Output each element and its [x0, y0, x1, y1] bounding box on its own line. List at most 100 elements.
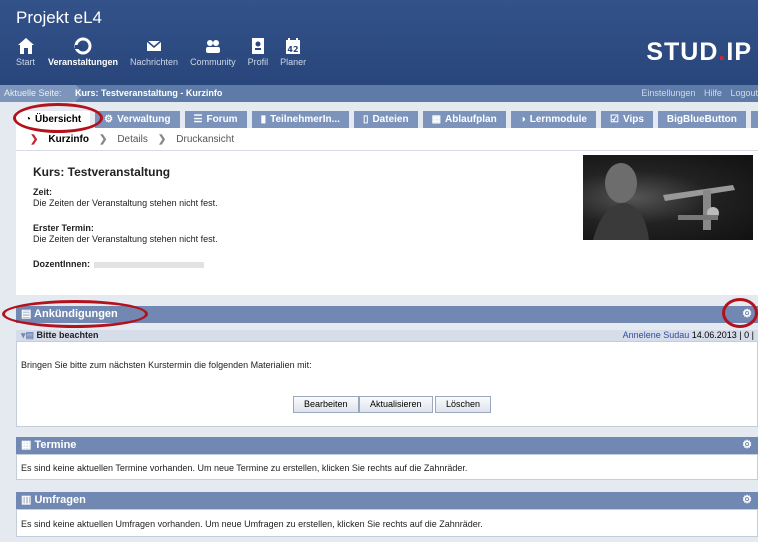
highlight-oval-gear: [722, 298, 758, 328]
announcement-text: Bringen Sie bitte zum nächsten Kurstermi…: [21, 360, 312, 370]
tab-forum[interactable]: ☰ Forum: [184, 111, 247, 128]
calendar-icon: ▦: [21, 439, 35, 451]
courses-icon: [74, 37, 92, 55]
project-title: Projekt eL4: [16, 8, 102, 27]
tab-verwaltung-label: Verwaltung: [117, 114, 171, 125]
dozent-field: DozentInnen:: [33, 259, 204, 270]
settings-link[interactable]: Einstellungen: [641, 88, 695, 98]
profile-icon: [251, 38, 264, 54]
tab-bigbluebutton-label: BigBlueButton: [666, 114, 737, 125]
tab-lernmodule[interactable]: ◑ Lernmodule: [510, 111, 596, 128]
home-icon: [18, 38, 34, 54]
umfragen-body: Es sind keine aktuellen Umfragen vorhand…: [16, 509, 758, 537]
nav-veranstaltungen[interactable]: Veranstaltungen: [48, 36, 118, 67]
expand-icon[interactable]: ▾▤: [21, 330, 37, 340]
top-header: Projekt eL4 Start Veranstaltungen Nachri…: [0, 0, 758, 85]
umfragen-text: Es sind keine aktuellen Umfragen vorhand…: [21, 519, 483, 529]
breadcrumb-label: Aktuelle Seite:: [0, 85, 84, 102]
header-links: Einstellungen Hilfe Logout: [635, 85, 758, 102]
logo-prefix: STUD: [646, 38, 719, 66]
umfragen-title: Umfragen: [34, 494, 86, 506]
tab-lernmodule-label: Lernmodule: [529, 114, 587, 125]
announcement-meta: Annelene Sudau 14.06.2013 | 0 |: [623, 330, 754, 341]
termin-field: Erster Termin: Die Zeiten der Veranstaltu…: [33, 223, 218, 245]
chevron-right-icon: ❯: [30, 133, 39, 145]
termin-label: Erster Termin:: [33, 223, 94, 233]
tab-vips[interactable]: ☑ Vips: [600, 111, 653, 128]
zeit-field: Zeit: Die Zeiten der Veranstaltung stehen…: [33, 187, 218, 209]
termine-title: Termine: [34, 439, 77, 451]
course-tabs: ◔ Übersicht ⚙ Verwaltung ☰ Forum ▮ Teilnehme…: [16, 111, 758, 128]
tab-ablaufplan[interactable]: ▦ Ablaufplan: [422, 111, 506, 128]
termine-text: Es sind keine aktuellen Termine vorhande…: [21, 463, 468, 473]
course-info: Kurs: Testveranstaltung Zeit: Die Zeiten …: [16, 151, 758, 295]
chevron-right-icon: ❯: [98, 133, 108, 145]
highlight-oval-ankuendigungen: [2, 300, 148, 328]
tab-ablaufplan-label: Ablaufplan: [445, 114, 497, 125]
help-link[interactable]: Hilfe: [704, 88, 722, 98]
chevron-right-icon: ❯: [157, 133, 167, 145]
announcement-item-header[interactable]: ▾▤ Bitte beachten Annelene Sudau 14.06.2…: [16, 330, 758, 341]
svg-text:42: 42: [288, 45, 299, 54]
studip-logo[interactable]: STUD.IP: [646, 38, 752, 67]
gear-icon[interactable]: ⚙: [742, 437, 752, 454]
announcement-count: | 0 |: [739, 330, 754, 340]
dozent-blurred: [94, 261, 204, 268]
tab-vips-label: Vips: [622, 114, 644, 125]
announcement-body: Bringen Sie bitte zum nächsten Kurstermi…: [16, 341, 758, 427]
gear-icon[interactable]: ⚙: [742, 492, 752, 509]
forum-icon: ☰: [193, 114, 203, 125]
zeit-value: Die Zeiten der Veranstaltung stehen nich…: [33, 198, 218, 208]
delete-button[interactable]: Löschen: [435, 396, 492, 413]
announcement-author[interactable]: Annelene Sudau: [623, 330, 690, 340]
tab-verwaltung[interactable]: ⚙ Verwaltung: [95, 111, 180, 128]
nav-planer[interactable]: 42 Planer: [280, 36, 306, 67]
subnav-details[interactable]: Details: [117, 134, 148, 145]
highlight-oval-uebersicht: [13, 103, 103, 133]
admin-icon: ⚙: [104, 114, 114, 125]
subnav-kurzinfo[interactable]: Kurzinfo: [48, 134, 89, 145]
course-title: Kurs: Testveranstaltung: [33, 165, 171, 179]
dozent-label: DozentInnen:: [33, 259, 90, 269]
subnav-druckansicht[interactable]: Druckansicht: [176, 134, 234, 145]
participants-icon: ▮: [260, 114, 267, 125]
zeit-label: Zeit:: [33, 187, 52, 197]
nav-start[interactable]: Start: [16, 36, 36, 67]
learning-icon: ◑: [519, 114, 526, 125]
nav-profil-label: Profil: [247, 57, 269, 67]
tab-dateien[interactable]: ▯ Dateien: [353, 111, 418, 128]
poll-icon: ▥: [21, 494, 35, 506]
breadcrumb: Aktuelle Seite: Kurs: Testveranstaltung …: [0, 85, 758, 102]
vips-icon: ☑: [609, 114, 619, 125]
logout-link[interactable]: Logout: [730, 88, 758, 98]
breadcrumb-path: Kurs: Testveranstaltung - Kurzinfo: [75, 88, 223, 98]
termin-value: Die Zeiten der Veranstaltung stehen nich…: [33, 234, 218, 244]
course-image: [583, 155, 753, 240]
nav-start-label: Start: [16, 57, 36, 67]
umfragen-header: ▥ Umfragen ⚙: [16, 492, 758, 509]
nav-planer-label: Planer: [280, 57, 307, 67]
files-icon: ▯: [362, 114, 369, 125]
nav-community[interactable]: Community: [190, 36, 236, 67]
tab-forum-label: Forum: [206, 114, 238, 125]
sub-navigation: ❯ Kurzinfo ❯ Details ❯ Druckansicht: [16, 128, 758, 151]
announcement-date: 14.06.2013: [691, 330, 737, 340]
termine-header: ▦ Termine ⚙: [16, 437, 758, 454]
nav-profil[interactable]: Profil: [247, 36, 269, 67]
course-photo-art: [593, 163, 735, 240]
tab-teilnehmer[interactable]: ▮ TeilnehmerIn...: [251, 111, 349, 128]
tab-add[interactable]: +: [750, 111, 758, 128]
nav-community-label: Community: [190, 57, 236, 67]
calendar-icon: 42: [286, 38, 301, 54]
tab-bigbluebutton[interactable]: BigBlueButton: [657, 111, 746, 128]
tab-dateien-label: Dateien: [372, 114, 409, 125]
tab-teilnehmer-label: TeilnehmerIn...: [270, 114, 340, 125]
schedule-icon: ▦: [431, 114, 442, 125]
update-button[interactable]: Aktualisieren: [359, 396, 433, 413]
announcement-item-title: Bitte beachten: [36, 330, 99, 340]
nav-nachrichten[interactable]: Nachrichten: [130, 36, 178, 67]
logo-suffix: IP: [726, 38, 752, 66]
nav-veranstaltungen-label: Veranstaltungen: [48, 57, 119, 67]
edit-button[interactable]: Bearbeiten: [293, 396, 359, 413]
main-nav: Start Veranstaltungen Nachrichten Commun…: [16, 36, 318, 67]
